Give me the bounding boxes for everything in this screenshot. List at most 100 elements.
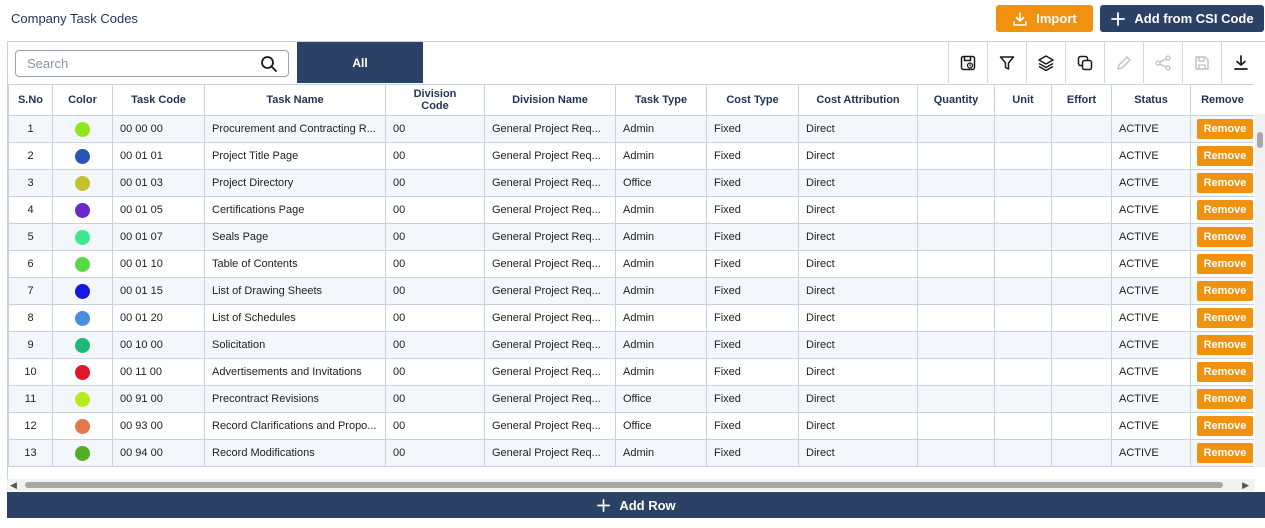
share-button[interactable] <box>1143 42 1182 83</box>
cell-division-code[interactable]: 00 <box>385 439 485 467</box>
cell-task-code[interactable]: 00 01 10 <box>112 250 205 278</box>
cell-task-code[interactable]: 00 00 00 <box>112 115 205 143</box>
cell-quantity[interactable] <box>917 358 995 386</box>
cell-division-name[interactable]: General Project Req... <box>484 142 616 170</box>
cell-division-name[interactable]: General Project Req... <box>484 196 616 224</box>
col-header-task-code[interactable]: Task Code <box>112 84 205 116</box>
cell-task-code[interactable]: 00 01 01 <box>112 142 205 170</box>
cell-task-type[interactable]: Office <box>615 412 707 440</box>
cell-sno[interactable]: 11 <box>8 385 53 413</box>
remove-button[interactable]: Remove <box>1197 119 1253 139</box>
cell-task-code[interactable]: 00 01 05 <box>112 196 205 224</box>
cell-color[interactable] <box>52 412 113 440</box>
cell-division-code[interactable]: 00 <box>385 223 485 251</box>
color-swatch[interactable] <box>75 310 90 326</box>
cell-cost-type[interactable]: Fixed <box>706 439 799 467</box>
cell-division-name[interactable]: General Project Req... <box>484 223 616 251</box>
cell-task-name[interactable]: Record Modifications <box>204 439 386 467</box>
cell-division-code[interactable]: 00 <box>385 169 485 197</box>
cell-division-code[interactable]: 00 <box>385 412 485 440</box>
cell-task-type[interactable]: Admin <box>615 304 707 332</box>
cell-status[interactable]: ACTIVE <box>1111 115 1191 143</box>
cell-task-name[interactable]: List of Schedules <box>204 304 386 332</box>
cell-unit[interactable] <box>994 223 1052 251</box>
cell-task-type[interactable]: Admin <box>615 277 707 305</box>
cell-effort[interactable] <box>1051 196 1112 224</box>
remove-button[interactable]: Remove <box>1197 335 1253 355</box>
color-swatch[interactable] <box>75 391 90 407</box>
cell-quantity[interactable] <box>917 466 995 467</box>
cell-color[interactable] <box>52 223 113 251</box>
cell-cost-type[interactable]: Fixed <box>706 169 799 197</box>
cell-task-name[interactable]: Record Clarifications and Propo... <box>204 412 386 440</box>
cell-division-name[interactable]: General Project Req... <box>484 331 616 359</box>
cell-task-type[interactable]: Admin <box>615 466 707 467</box>
cell-task-name[interactable]: Solicitation <box>204 331 386 359</box>
cell-task-name[interactable]: Advertisements and Invitations <box>204 358 386 386</box>
scroll-right-arrow-icon[interactable]: ▶ <box>1242 480 1249 491</box>
filter-button[interactable] <box>987 42 1026 83</box>
remove-button[interactable]: Remove <box>1197 443 1253 463</box>
color-swatch[interactable] <box>75 148 90 164</box>
cell-task-type[interactable]: Admin <box>615 142 707 170</box>
cell-effort[interactable] <box>1051 169 1112 197</box>
color-swatch[interactable] <box>75 364 90 380</box>
col-header-color[interactable]: Color <box>52 84 113 116</box>
cell-unit[interactable] <box>994 169 1052 197</box>
remove-button[interactable]: Remove <box>1197 173 1253 193</box>
cell-color[interactable] <box>52 196 113 224</box>
cell-task-code[interactable]: 00 11 00 <box>112 358 205 386</box>
cell-task-type[interactable]: Admin <box>615 358 707 386</box>
save-view-button[interactable] <box>948 42 987 83</box>
cell-cost-attribution[interactable]: Direct <box>798 115 918 143</box>
cell-division-name[interactable]: General Project Req... <box>484 358 616 386</box>
cell-sno[interactable]: 7 <box>8 277 53 305</box>
col-header-division-name[interactable]: Division Name <box>484 84 616 116</box>
cell-color[interactable] <box>52 385 113 413</box>
cell-effort[interactable] <box>1051 439 1112 467</box>
cell-status[interactable]: ACTIVE <box>1111 142 1191 170</box>
cell-task-code[interactable]: 00 93 00 <box>112 412 205 440</box>
remove-button[interactable]: Remove <box>1197 362 1253 382</box>
cell-unit[interactable] <box>994 250 1052 278</box>
search-input[interactable] <box>16 56 246 71</box>
cell-division-code[interactable]: 00 <box>385 250 485 278</box>
cell-task-type[interactable]: Office <box>615 385 707 413</box>
cell-cost-type[interactable]: Fixed <box>706 115 799 143</box>
cell-division-name[interactable]: General Project Req... <box>484 385 616 413</box>
cell-quantity[interactable] <box>917 385 995 413</box>
cell-task-code[interactable]: 00 01 03 <box>112 169 205 197</box>
cell-quantity[interactable] <box>917 331 995 359</box>
cell-sno[interactable]: 13 <box>8 439 53 467</box>
cell-color[interactable] <box>52 304 113 332</box>
cell-task-name[interactable]: List of Drawing Sheets <box>204 277 386 305</box>
cell-division-name[interactable]: General Project Req... <box>484 304 616 332</box>
layers-button[interactable] <box>1026 42 1065 83</box>
color-swatch[interactable] <box>75 418 90 434</box>
cell-quantity[interactable] <box>917 304 995 332</box>
cell-unit[interactable] <box>994 277 1052 305</box>
cell-task-name[interactable]: Seals Page <box>204 223 386 251</box>
cell-effort[interactable] <box>1051 115 1112 143</box>
col-header-status[interactable]: Status <box>1111 84 1191 116</box>
cell-cost-type[interactable]: Fixed <box>706 466 799 467</box>
cell-division-code[interactable]: 00 <box>385 277 485 305</box>
cell-cost-attribution[interactable]: Direct <box>798 142 918 170</box>
cell-task-name[interactable]: General Requirements <box>204 466 386 467</box>
cell-unit[interactable] <box>994 196 1052 224</box>
cell-cost-type[interactable]: Fixed <box>706 142 799 170</box>
cell-division-code[interactable]: 00 <box>385 142 485 170</box>
cell-effort[interactable] <box>1051 304 1112 332</box>
cell-division-code[interactable]: 00 <box>385 304 485 332</box>
search-icon[interactable] <box>260 55 278 73</box>
cell-division-name[interactable]: General Requirements <box>484 466 616 467</box>
cell-sno[interactable]: 6 <box>8 250 53 278</box>
cell-task-name[interactable]: Precontract Revisions <box>204 385 386 413</box>
cell-sno[interactable]: 12 <box>8 412 53 440</box>
table-row[interactable]: 5 00 01 07 Seals Page 00 General Project Req… <box>8 223 1254 251</box>
cell-unit[interactable] <box>994 358 1052 386</box>
cell-task-type[interactable]: Admin <box>615 196 707 224</box>
cell-cost-type[interactable]: Fixed <box>706 223 799 251</box>
cell-cost-type[interactable]: Fixed <box>706 250 799 278</box>
color-swatch[interactable] <box>75 256 90 272</box>
